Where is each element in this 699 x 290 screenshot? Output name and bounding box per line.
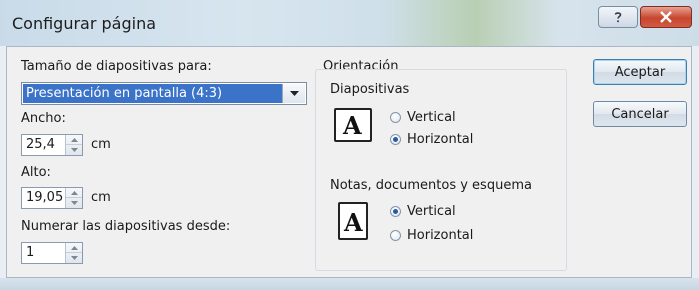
- width-stepper[interactable]: 25,4: [21, 134, 83, 156]
- width-up-arrow-icon[interactable]: [66, 135, 82, 145]
- window-frame-bottom: [0, 278, 699, 290]
- slides-horizontal-radio[interactable]: Horizontal: [390, 132, 473, 147]
- notes-orientation-label: Notas, documentos y esquema: [330, 178, 532, 193]
- numbering-value[interactable]: 1: [26, 245, 34, 260]
- help-icon: [614, 12, 622, 23]
- height-stepper[interactable]: 19,05: [21, 187, 83, 209]
- orientation-group: Diapositivas A Vertical Horizontal Notas…: [315, 69, 567, 271]
- close-button[interactable]: [640, 6, 692, 28]
- width-label: Ancho:: [21, 111, 66, 126]
- width-unit: cm: [91, 137, 111, 152]
- notes-vertical-label: Vertical: [407, 204, 456, 219]
- numbering-up-arrow-icon[interactable]: [66, 243, 82, 253]
- title-bar: Configurar página: [0, 0, 699, 46]
- dialog-body: Tamaño de diapositivas para: Presentació…: [6, 46, 692, 278]
- slides-horizontal-label: Horizontal: [407, 132, 474, 147]
- height-unit: cm: [91, 190, 111, 205]
- slides-vertical-label: Vertical: [407, 110, 456, 125]
- height-value[interactable]: 19,05: [26, 190, 63, 205]
- height-up-arrow-icon[interactable]: [66, 188, 82, 198]
- slide-size-dropdown[interactable]: Presentación en pantalla (4:3): [21, 82, 307, 105]
- height-label: Alto:: [21, 165, 51, 180]
- close-icon: [660, 11, 672, 23]
- notes-horizontal-label: Horizontal: [407, 228, 474, 243]
- numbering-down-arrow-icon[interactable]: [66, 253, 82, 263]
- width-value[interactable]: 25,4: [26, 137, 55, 152]
- landscape-page-icon: A: [334, 108, 372, 142]
- help-button[interactable]: [598, 6, 638, 28]
- slides-vertical-radio[interactable]: Vertical: [390, 110, 456, 125]
- cancel-button[interactable]: Cancelar: [593, 101, 687, 127]
- window-title: Configurar página: [12, 14, 157, 33]
- height-down-arrow-icon[interactable]: [66, 198, 82, 208]
- slides-orientation-label: Diapositivas: [330, 82, 410, 97]
- notes-horizontal-radio[interactable]: Horizontal: [390, 228, 473, 243]
- slide-size-label: Tamaño de diapositivas para:: [21, 59, 212, 74]
- slide-size-selected: Presentación en pantalla (4:3): [23, 84, 282, 103]
- notes-vertical-radio[interactable]: Vertical: [390, 204, 456, 219]
- chevron-down-icon[interactable]: [282, 84, 305, 103]
- numbering-stepper[interactable]: 1: [21, 242, 83, 264]
- ok-button[interactable]: Aceptar: [593, 59, 687, 85]
- numbering-label: Numerar las diapositivas desde:: [21, 219, 231, 234]
- portrait-page-icon: A: [338, 202, 368, 240]
- width-down-arrow-icon[interactable]: [66, 145, 82, 155]
